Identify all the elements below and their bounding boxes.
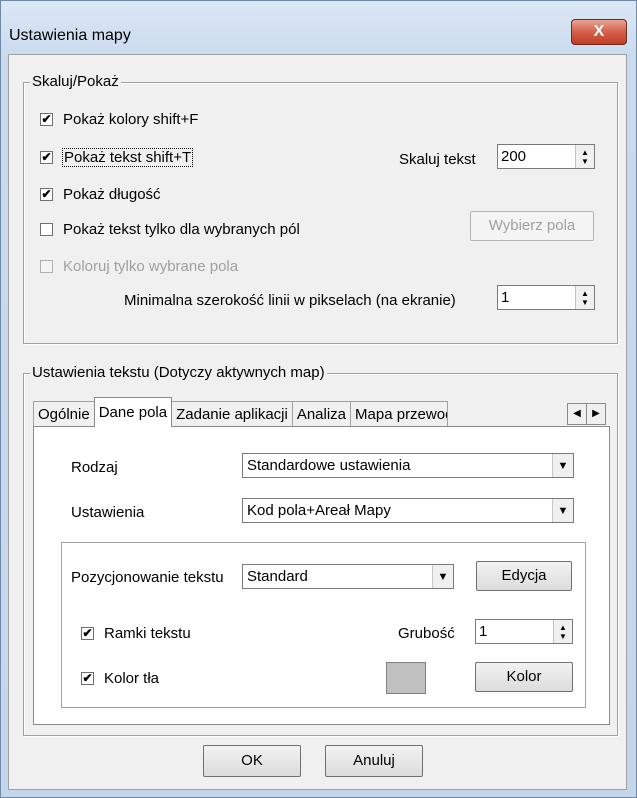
scale-show-legend: Skaluj/Pokaż xyxy=(30,73,121,90)
show-colors-checkbox[interactable]: ✔ Pokaż kolory shift+F xyxy=(40,111,198,128)
text-frames-checkbox[interactable]: ✔ Ramki tekstu xyxy=(81,625,191,642)
kind-select[interactable]: Standardowe ustawienia ▼ xyxy=(242,453,574,478)
tab-analysis[interactable]: Analiza xyxy=(291,401,352,427)
text-selected-only-checkbox[interactable]: Pokaż tekst tylko dla wybranych pól xyxy=(40,221,300,238)
tab-scroll-left-icon[interactable]: ◀ xyxy=(567,403,587,425)
tab-guide-map[interactable]: Mapa przewodz xyxy=(350,401,449,427)
scale-text-label: Skaluj tekst xyxy=(399,151,476,168)
settings-label: Ustawienia xyxy=(71,504,145,521)
chevron-down-icon[interactable]: ▼ xyxy=(432,565,453,588)
chevron-down-icon[interactable]: ▼ xyxy=(552,499,573,522)
show-colors-check[interactable]: ✔ xyxy=(40,113,53,126)
positioning-select[interactable]: Standard ▼ xyxy=(242,564,454,589)
window-title: Ustawienia mapy xyxy=(9,27,131,44)
edit-button[interactable]: Edycja xyxy=(476,561,572,591)
tab-general[interactable]: Ogólnie xyxy=(33,401,95,427)
bg-color-check[interactable]: ✔ xyxy=(81,672,94,685)
text-settings-legend: Ustawienia tekstu (Dotyczy aktywnych map… xyxy=(30,364,327,381)
cancel-button[interactable]: Anuluj xyxy=(325,745,423,777)
scale-text-value[interactable]: 200 xyxy=(498,145,575,168)
text-selected-only-check[interactable] xyxy=(40,223,53,236)
dialog-client: Skaluj/Pokaż ✔ Pokaż kolory shift+F ✔ Poka… xyxy=(8,54,627,790)
show-length-check[interactable]: ✔ xyxy=(40,188,53,201)
color-selected-only-check[interactable] xyxy=(40,260,53,273)
kind-value[interactable]: Standardowe ustawienia xyxy=(243,454,552,477)
settings-value[interactable]: Kod pola+Areał Mapy xyxy=(243,499,552,522)
ok-button[interactable]: OK xyxy=(203,745,301,777)
thickness-label: Grubość xyxy=(398,625,455,642)
color-button[interactable]: Kolor xyxy=(475,662,573,692)
spin-arrows-icon[interactable]: ▲ ▼ xyxy=(575,145,594,168)
tab-strip: Ogólnie Dane pola Zadanie aplikacji Anal… xyxy=(33,397,449,427)
close-button[interactable]: X xyxy=(571,19,627,45)
tab-scroll-right-icon[interactable]: ▶ xyxy=(586,403,606,425)
positioning-label: Pozycjonowanie tekstu xyxy=(71,569,224,586)
min-line-width-value[interactable]: 1 xyxy=(498,286,575,309)
thickness-spinner[interactable]: 1 ▲ ▼ xyxy=(475,619,573,644)
settings-select[interactable]: Kod pola+Areał Mapy ▼ xyxy=(242,498,574,523)
spin-arrows-icon[interactable]: ▲ ▼ xyxy=(553,620,572,643)
scale-text-spinner[interactable]: 200 ▲ ▼ xyxy=(497,144,595,169)
thickness-value[interactable]: 1 xyxy=(476,620,553,643)
spin-arrows-icon[interactable]: ▲ ▼ xyxy=(575,286,594,309)
kind-label: Rodzaj xyxy=(71,459,118,476)
show-text-checkbox[interactable]: ✔ Pokaż tekst shift+T xyxy=(40,148,194,167)
title-bar[interactable]: Ustawienia mapy X xyxy=(1,1,636,51)
color-selected-only-checkbox[interactable]: Koloruj tylko wybrane pola xyxy=(40,258,238,275)
text-frames-check[interactable]: ✔ xyxy=(81,627,94,640)
show-length-checkbox[interactable]: ✔ Pokaż długość xyxy=(40,186,161,203)
choose-fields-button[interactable]: Wybierz pola xyxy=(470,211,594,241)
min-line-width-spinner[interactable]: 1 ▲ ▼ xyxy=(497,285,595,310)
bg-color-swatch xyxy=(386,662,426,694)
positioning-value[interactable]: Standard xyxy=(243,565,432,588)
min-line-width-label: Minimalna szerokość linii w pikselach (n… xyxy=(124,292,456,309)
show-text-check[interactable]: ✔ xyxy=(40,151,53,164)
tab-field-data[interactable]: Dane pola xyxy=(93,397,173,427)
tab-application-task[interactable]: Zadanie aplikacji xyxy=(171,401,293,427)
bg-color-checkbox[interactable]: ✔ Kolor tła xyxy=(81,670,159,687)
chevron-down-icon[interactable]: ▼ xyxy=(552,454,573,477)
